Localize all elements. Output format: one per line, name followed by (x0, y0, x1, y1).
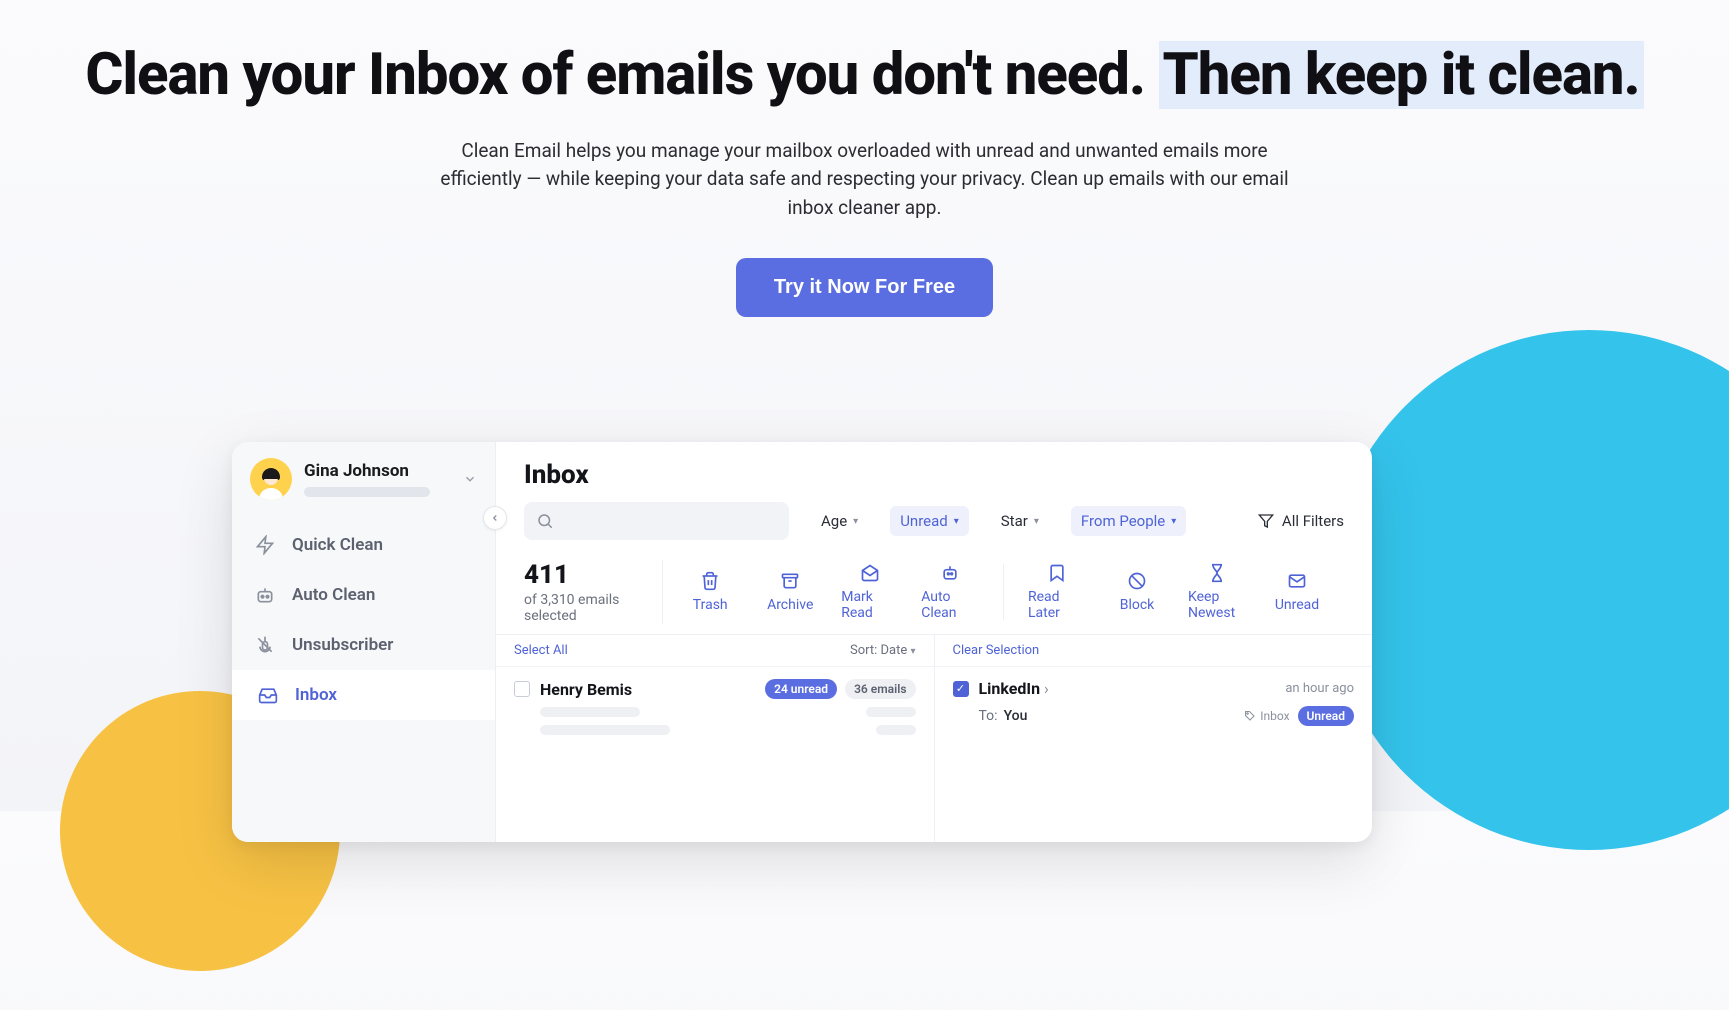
tool-trash[interactable]: Trash (681, 571, 739, 613)
user-menu[interactable]: Gina Johnson (232, 442, 495, 510)
tag-icon (1244, 710, 1256, 722)
checkbox[interactable] (514, 681, 530, 697)
filters-row: Age▾ Unread▾ Star▾ From People▾ All Filt… (496, 498, 1372, 552)
avatar (250, 458, 292, 500)
sidebar-item-label: Quick Clean (292, 535, 383, 555)
mail-open-icon (860, 563, 880, 583)
inbox-icon (257, 684, 279, 706)
sidebar-item-inbox[interactable]: Inbox (232, 670, 495, 720)
cta-button[interactable]: Try it Now For Free (736, 258, 993, 317)
checkbox-checked[interactable]: ✓ (953, 681, 969, 697)
chevron-down-icon (463, 472, 477, 486)
bolt-icon (254, 534, 276, 556)
filter-from-people[interactable]: From People▾ (1071, 506, 1186, 536)
chevron-down-icon: ▾ (954, 516, 959, 527)
sender-name: LinkedIn › (979, 679, 1049, 698)
decorative-blob-blue (1329, 330, 1729, 850)
search-input[interactable] (524, 502, 789, 540)
tool-archive[interactable]: Archive (761, 571, 819, 613)
hero-title: Clean your Inbox of emails you don't nee… (0, 42, 1729, 109)
tool-read-later[interactable]: Read Later (1028, 563, 1086, 621)
archive-icon (780, 571, 800, 591)
to-value: You (1004, 708, 1028, 724)
count-subtitle: of 3,310 emails selected (524, 592, 642, 624)
user-email-placeholder (304, 487, 430, 497)
chevron-down-icon: ▾ (910, 646, 915, 657)
placeholder (866, 707, 916, 717)
chevron-right-icon: › (1044, 679, 1049, 698)
block-icon (1127, 571, 1147, 591)
user-name: Gina Johnson (304, 461, 430, 481)
chevron-down-icon: ▾ (853, 516, 858, 527)
to-label: To: (979, 708, 998, 724)
tool-auto-clean[interactable]: Auto Clean (921, 563, 979, 621)
sidebar-item-label: Auto Clean (292, 585, 375, 605)
inbox-tag: Inbox (1244, 709, 1289, 723)
email-detail-row[interactable]: ✓ LinkedIn › an hour ago To: You Inbox (935, 667, 1373, 738)
placeholder (876, 725, 916, 735)
sidebar-collapse-button[interactable] (483, 506, 507, 530)
sidebar-item-label: Unsubscriber (292, 635, 393, 655)
hero-title-pre: Clean your Inbox of emails you don't nee… (85, 41, 1158, 109)
clear-selection-link[interactable]: Clear Selection (953, 643, 1040, 658)
search-icon (536, 512, 554, 530)
tool-block[interactable]: Block (1108, 571, 1166, 613)
email-group-row[interactable]: Henry Bemis 24 unread 36 emails (496, 667, 934, 747)
count-number: 411 (524, 560, 642, 590)
placeholder (540, 725, 670, 735)
hero-section: Clean your Inbox of emails you don't nee… (0, 0, 1729, 317)
tool-keep-newest[interactable]: Keep Newest (1188, 563, 1246, 621)
unread-badge: 24 unread (765, 679, 837, 699)
filter-age[interactable]: Age▾ (811, 506, 868, 536)
count-badge: 36 emails (845, 679, 915, 699)
hero-subtitle: Clean Email helps you manage your mailbo… (425, 137, 1305, 223)
sidebar: Gina Johnson Quick Clean Auto Clean Unsu… (232, 442, 496, 842)
chevron-down-icon: ▾ (1171, 516, 1176, 527)
main-panel: Inbox Age▾ Unread▾ Star▾ From People▾ Al… (496, 442, 1372, 842)
robot-icon (254, 584, 276, 606)
sidebar-item-label: Inbox (295, 685, 337, 705)
sender-name: Henry Bemis (540, 680, 632, 699)
all-filters-button[interactable]: All Filters (1258, 512, 1344, 530)
tool-unread[interactable]: Unread (1268, 571, 1326, 613)
hourglass-icon (1207, 563, 1227, 583)
sidebar-nav: Quick Clean Auto Clean Unsubscriber Inbo… (232, 510, 495, 720)
time-ago: an hour ago (1285, 681, 1354, 696)
toolbar: 411 of 3,310 emails selected Trash Archi… (496, 552, 1372, 635)
sort-dropdown[interactable]: Sort: Date ▾ (850, 643, 916, 658)
bookmark-icon (1047, 563, 1067, 583)
mute-icon (254, 634, 276, 656)
page-title: Inbox (496, 442, 1372, 498)
robot-icon (940, 563, 960, 583)
placeholder (540, 707, 640, 717)
sidebar-item-auto-clean[interactable]: Auto Clean (232, 570, 495, 620)
chevron-down-icon: ▾ (1034, 516, 1039, 527)
selection-count: 411 of 3,310 emails selected (524, 560, 663, 624)
mail-icon (1287, 571, 1307, 591)
hero-title-highlight: Then keep it clean. (1159, 41, 1644, 109)
filter-star[interactable]: Star▾ (991, 506, 1049, 536)
unread-tag: Unread (1298, 706, 1354, 726)
sidebar-item-unsubscriber[interactable]: Unsubscriber (232, 620, 495, 670)
tool-mark-read[interactable]: Mark Read (841, 563, 899, 621)
filter-icon (1258, 513, 1274, 529)
select-all-link[interactable]: Select All (514, 643, 568, 658)
trash-icon (700, 571, 720, 591)
filter-unread[interactable]: Unread▾ (890, 506, 969, 536)
sidebar-item-quick-clean[interactable]: Quick Clean (232, 520, 495, 570)
app-preview: Gina Johnson Quick Clean Auto Clean Unsu… (232, 442, 1372, 842)
